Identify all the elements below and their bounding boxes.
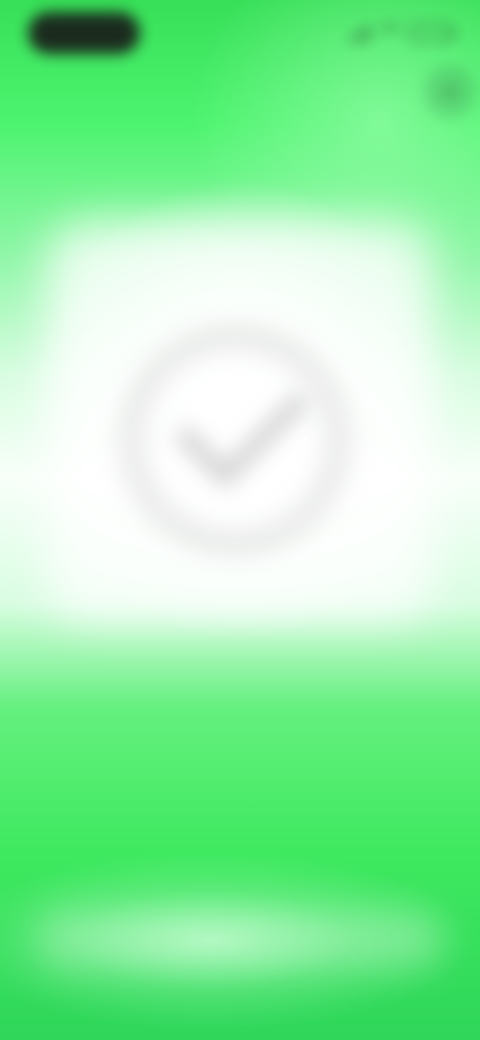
time-pill: [28, 12, 140, 54]
success-screen: ×: [0, 0, 480, 1040]
battery-icon: [410, 24, 456, 42]
success-message: [96, 596, 384, 640]
signal-icon: [348, 24, 370, 42]
wifi-icon: [378, 24, 402, 42]
status-icons: [334, 16, 456, 50]
close-icon: ×: [440, 74, 460, 110]
page-title: [122, 170, 358, 210]
close-button[interactable]: ×: [424, 66, 476, 118]
bottom-action[interactable]: [36, 910, 444, 968]
status-bar: [0, 0, 480, 72]
